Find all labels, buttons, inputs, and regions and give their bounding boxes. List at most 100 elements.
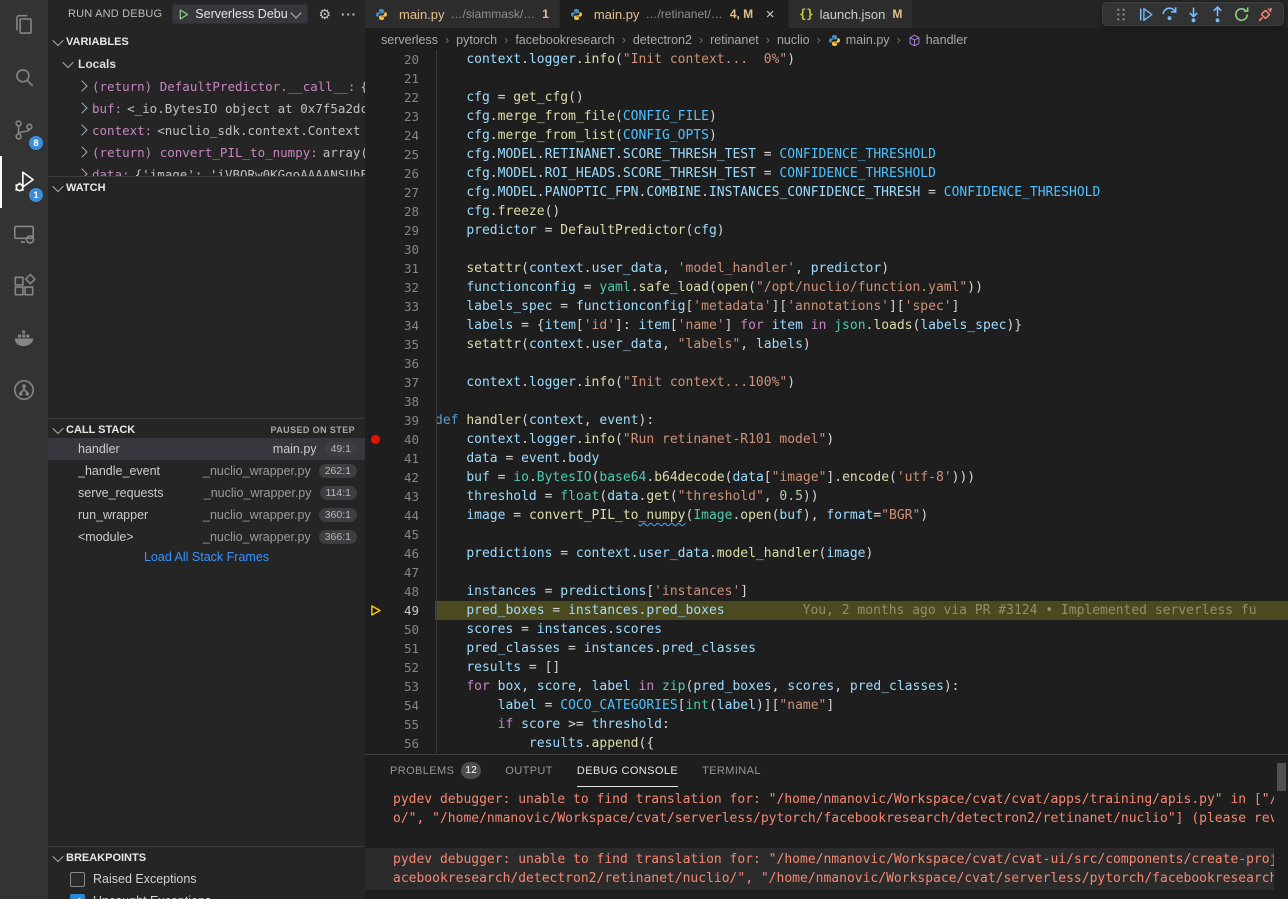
breakpoint-margin[interactable] [365,240,385,259]
line-number[interactable]: 25 [385,145,435,164]
activity-bar-item-search[interactable] [0,52,48,104]
breakpoint-margin[interactable] [365,449,385,468]
variable-row[interactable]: buf:<_io.BytesIO object at 0x7f5a2dc1ecc… [48,97,365,119]
activity-bar-item-source-control[interactable]: 8 [0,104,48,156]
code-line[interactable]: 34 labels = {item['id']: item['name'] fo… [365,316,1288,335]
breakpoint-margin[interactable] [365,164,385,183]
scope-locals[interactable]: Locals [48,53,365,75]
breakpoint-margin[interactable] [365,126,385,145]
code-line[interactable]: 50 scores = instances.scores [365,620,1288,639]
line-number[interactable]: 36 [385,354,435,373]
line-number[interactable]: 38 [385,392,435,411]
close-icon[interactable]: × [762,6,778,23]
variables-section-header[interactable]: VARIABLES [48,31,365,53]
variable-row[interactable]: (return) DefaultPredictor.__call__:{'ins… [48,75,365,97]
breakpoint-margin[interactable] [365,221,385,240]
toolbar-drag-handle[interactable] [1109,3,1133,25]
breakpoint-margin[interactable] [365,50,385,69]
stack-frame[interactable]: _handle_event_nuclio_wrapper.py262:1 [48,460,365,482]
line-number[interactable]: 23 [385,107,435,126]
line-number[interactable]: 55 [385,715,435,734]
code-line[interactable]: 45 [365,525,1288,544]
disconnect-button[interactable] [1253,3,1277,25]
code-line[interactable]: 29 predictor = DefaultPredictor(cfg) [365,221,1288,240]
breakpoint-margin[interactable] [365,88,385,107]
breakpoint-margin[interactable] [365,639,385,658]
call-stack-section-header[interactable]: CALL STACK PAUSED ON STEP [48,418,365,440]
breakpoint-margin[interactable] [365,107,385,126]
launch-config-dropdown[interactable]: Serverless Debu [172,4,308,24]
checkbox-checked[interactable]: ✓ [70,894,85,899]
breakpoint-margin[interactable] [365,696,385,715]
stack-frame[interactable]: <module>_nuclio_wrapper.py366:1 [48,526,365,548]
activity-bar-item-docker[interactable] [0,312,48,364]
breakpoint-margin[interactable] [365,620,385,639]
breadcrumb-item-serverless[interactable]: serverless [381,33,438,47]
breakpoint-margin[interactable] [365,278,385,297]
editor-tab-launch.json[interactable]: {}launch.jsonM [789,0,913,28]
breakpoint-margin[interactable] [365,734,385,753]
line-number[interactable]: 52 [385,658,435,677]
code-line[interactable]: 56 results.append({ [365,734,1288,753]
step-into-button[interactable] [1181,3,1205,25]
stack-frame[interactable]: serve_requests_nuclio_wrapper.py114:1 [48,482,365,504]
line-number[interactable]: 44 [385,506,435,525]
line-number[interactable]: 45 [385,525,435,544]
code-line[interactable]: 41 data = event.body [365,449,1288,468]
breakpoint-margin[interactable] [365,563,385,582]
breakpoint-margin[interactable] [365,145,385,164]
stack-frame[interactable]: run_wrapper_nuclio_wrapper.py360:1 [48,504,365,526]
stack-frame[interactable]: handlermain.py49:1 [48,438,365,460]
code-line[interactable]: 53 for box, score, label in zip(pred_box… [365,677,1288,696]
breakpoint-margin[interactable] [365,202,385,221]
breakpoint-margin[interactable] [365,69,385,88]
breakpoint-margin[interactable] [365,411,385,430]
code-line[interactable]: 51 pred_classes = instances.pred_classes [365,639,1288,658]
gear-icon[interactable]: ⚙ [318,7,331,21]
variable-row[interactable]: (return) convert_PIL_to_numpy:array([[[ … [48,141,365,163]
breakpoints-section-header[interactable]: BREAKPOINTS [48,846,365,868]
breakpoint-margin[interactable] [365,335,385,354]
code-line[interactable]: 40 context.logger.info("Run retinanet-R1… [365,430,1288,449]
breakpoint-margin[interactable] [365,316,385,335]
line-number[interactable]: 22 [385,88,435,107]
line-number[interactable]: 42 [385,468,435,487]
line-number[interactable]: 40 [385,430,435,449]
debug-console-output[interactable]: pydev debugger: unable to find translati… [365,788,1274,899]
step-over-button[interactable] [1157,3,1181,25]
line-number[interactable]: 50 [385,620,435,639]
checkbox-unchecked[interactable] [70,872,85,887]
code-line[interactable]: 32 functionconfig = yaml.safe_load(open(… [365,278,1288,297]
editor-tab-main.py[interactable]: main.py…/siammask/…1 [365,0,560,28]
breakpoint-margin[interactable] [365,354,385,373]
breakpoint-margin[interactable] [365,392,385,411]
code-editor[interactable]: 20 context.logger.info("Init context... … [365,50,1288,754]
step-out-button[interactable] [1205,3,1229,25]
breakpoint-margin[interactable] [365,715,385,734]
breakpoint-margin[interactable] [365,601,385,620]
code-line[interactable]: 27 cfg.MODEL.PANOPTIC_FPN.COMBINE.INSTAN… [365,183,1288,202]
restart-button[interactable] [1229,3,1253,25]
code-line[interactable]: 35 setattr(context.user_data, "labels", … [365,335,1288,354]
breakpoint-margin[interactable] [365,373,385,392]
more-actions-icon[interactable]: ··· [341,8,357,21]
panel-tab-terminal[interactable]: TERMINAL [702,755,761,787]
line-number[interactable]: 24 [385,126,435,145]
code-line[interactable]: 25 cfg.MODEL.RETINANET.SCORE_THRESH_TEST… [365,145,1288,164]
breadcrumb-item-detectron2[interactable]: detectron2 [633,33,692,47]
panel-tab-output[interactable]: OUTPUT [505,755,553,787]
code-line[interactable]: 36 [365,354,1288,373]
load-all-stack-frames-link[interactable]: Load All Stack Frames [48,550,365,570]
line-number[interactable]: 28 [385,202,435,221]
activity-bar-item-git-graph[interactable] [0,364,48,416]
breakpoint-margin[interactable] [365,525,385,544]
panel-tab-problems[interactable]: PROBLEMS12 [390,755,481,787]
line-number[interactable]: 26 [385,164,435,183]
breadcrumb-item-facebookresearch[interactable]: facebookresearch [515,33,614,47]
code-line[interactable]: 49 pred_boxes = instances.pred_boxesYou,… [365,601,1288,620]
activity-bar-item-remote-explorer[interactable] [0,208,48,260]
code-line[interactable]: 28 cfg.freeze() [365,202,1288,221]
breakpoint-row[interactable]: ✓Uncaught Exceptions [48,890,365,899]
breakpoint-margin[interactable] [365,183,385,202]
start-debug-icon[interactable] [177,8,190,21]
